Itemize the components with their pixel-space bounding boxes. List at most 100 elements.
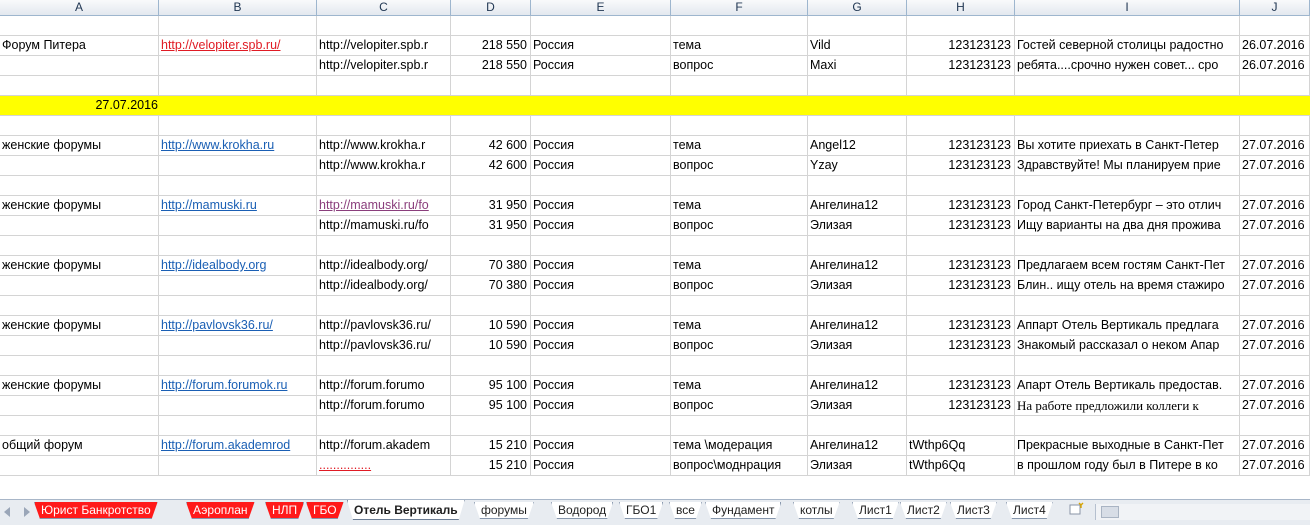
cell-a-2[interactable]: Форум Питера <box>0 36 159 55</box>
cell-h-3[interactable]: 123123123 <box>907 56 1015 75</box>
cell-b-6[interactable] <box>159 116 317 135</box>
cell-j-5[interactable] <box>1240 96 1310 115</box>
cell-b-23[interactable] <box>159 456 317 475</box>
cell-e-19[interactable]: Россия <box>531 376 671 395</box>
cell-c-8[interactable]: http://www.krokha.r <box>317 156 451 175</box>
column-header-h[interactable]: H <box>907 0 1015 16</box>
cell-f-7[interactable]: тема <box>671 136 808 155</box>
cell-e-14[interactable]: Россия <box>531 276 671 295</box>
cell-b-15[interactable] <box>159 296 317 315</box>
cell-d-4[interactable] <box>451 76 531 95</box>
cell[interactable] <box>531 16 671 35</box>
cell-d-21[interactable] <box>451 416 531 435</box>
cell-f-22[interactable]: тема \модерация <box>671 436 808 455</box>
sheet-tab[interactable]: Юрист Банкротство <box>34 502 158 519</box>
cell-d-10[interactable]: 31 950 <box>451 196 531 215</box>
cell-a-19[interactable]: женские форумы <box>0 376 159 395</box>
cell-i-2[interactable]: Гостей северной столицы радостно <box>1015 36 1240 55</box>
cell-f-6[interactable] <box>671 116 808 135</box>
cell-h-4[interactable] <box>907 76 1015 95</box>
cell-f-19[interactable]: тема <box>671 376 808 395</box>
cell-g-13[interactable]: Ангелина12 <box>808 256 907 275</box>
cell-b-20[interactable] <box>159 396 317 415</box>
cell-i-19[interactable]: Апарт Отель Вертикаль предостав. <box>1015 376 1240 395</box>
cell-j-9[interactable] <box>1240 176 1310 195</box>
cell-i-17[interactable]: Знакомый рассказал о неком Апар <box>1015 336 1240 355</box>
cell[interactable] <box>671 16 808 35</box>
column-header-j[interactable]: J <box>1240 0 1310 16</box>
cell-a-4[interactable] <box>0 76 159 95</box>
cell-a-20[interactable] <box>0 396 159 415</box>
cell-f-11[interactable]: вопрос <box>671 216 808 235</box>
cell-h-8[interactable]: 123123123 <box>907 156 1015 175</box>
cell-i-11[interactable]: Ищу варианты на два дня прожива <box>1015 216 1240 235</box>
cell-f-8[interactable]: вопрос <box>671 156 808 175</box>
cell-i-10[interactable]: Город Санкт-Петербург – это отлич <box>1015 196 1240 215</box>
cell-g-20[interactable]: Элизая <box>808 396 907 415</box>
horizontal-scrollbar[interactable] <box>1095 504 1310 520</box>
cell-d-11[interactable]: 31 950 <box>451 216 531 235</box>
cell-e-12[interactable] <box>531 236 671 255</box>
cell[interactable] <box>1015 16 1240 35</box>
sheet-tab[interactable]: Лист3 <box>950 502 997 519</box>
cell-a-6[interactable] <box>0 116 159 135</box>
cell-e-20[interactable]: Россия <box>531 396 671 415</box>
cell-j-10[interactable]: 27.07.2016 <box>1240 196 1310 215</box>
cell-b-22[interactable]: http://forum.akademrod <box>159 436 317 455</box>
cell-g-7[interactable]: Angel12 <box>808 136 907 155</box>
cell-e-11[interactable]: Россия <box>531 216 671 235</box>
cell-b-16[interactable]: http://pavlovsk36.ru/ <box>159 316 317 335</box>
scrollbar-thumb[interactable] <box>1101 506 1119 518</box>
cell-b-14[interactable] <box>159 276 317 295</box>
cell-i-23[interactable]: в прошлом году был в Питере в ко <box>1015 456 1240 475</box>
cell-g-18[interactable] <box>808 356 907 375</box>
cell-g-9[interactable] <box>808 176 907 195</box>
cell-g-23[interactable]: Элизая <box>808 456 907 475</box>
cell-b-7[interactable]: http://www.krokha.ru <box>159 136 317 155</box>
cell-d-18[interactable] <box>451 356 531 375</box>
cell-d-19[interactable]: 95 100 <box>451 376 531 395</box>
cell-h-10[interactable]: 123123123 <box>907 196 1015 215</box>
cell-g-22[interactable]: Ангелина12 <box>808 436 907 455</box>
cell-f-15[interactable] <box>671 296 808 315</box>
cell-h-22[interactable]: tWthp6Qq <box>907 436 1015 455</box>
column-header-g[interactable]: G <box>808 0 907 16</box>
cell-c-12[interactable] <box>317 236 451 255</box>
cell-i-14[interactable]: Блин.. ищу отель на время стажиро <box>1015 276 1240 295</box>
cell-a-16[interactable]: женские форумы <box>0 316 159 335</box>
cell-f-21[interactable] <box>671 416 808 435</box>
cell-h-14[interactable]: 123123123 <box>907 276 1015 295</box>
cell-i-13[interactable]: Предлагаем всем гостям Санкт-Пет <box>1015 256 1240 275</box>
cell-c-10[interactable]: http://mamuski.ru/fo <box>317 196 451 215</box>
cell-d-6[interactable] <box>451 116 531 135</box>
cell-b-17[interactable] <box>159 336 317 355</box>
cell-d-9[interactable] <box>451 176 531 195</box>
cell-g-5[interactable] <box>808 96 907 115</box>
cell-c-16[interactable]: http://pavlovsk36.ru/ <box>317 316 451 335</box>
cell-h-13[interactable]: 123123123 <box>907 256 1015 275</box>
cell-g-4[interactable] <box>808 76 907 95</box>
cell-g-2[interactable]: Vild <box>808 36 907 55</box>
column-header-e[interactable]: E <box>531 0 671 16</box>
cell-h-5[interactable] <box>907 96 1015 115</box>
cell-f-4[interactable] <box>671 76 808 95</box>
cell-h-12[interactable] <box>907 236 1015 255</box>
cell-d-20[interactable]: 95 100 <box>451 396 531 415</box>
cell-e-18[interactable] <box>531 356 671 375</box>
cell-c-18[interactable] <box>317 356 451 375</box>
cell-b-5[interactable] <box>159 96 317 115</box>
cell-j-21[interactable] <box>1240 416 1310 435</box>
sheet-tab[interactable]: Лист1 <box>852 502 899 519</box>
cell-a-3[interactable] <box>0 56 159 75</box>
cell-j-7[interactable]: 27.07.2016 <box>1240 136 1310 155</box>
cell-f-13[interactable]: тема <box>671 256 808 275</box>
cell[interactable] <box>907 16 1015 35</box>
sheet-nav-arrows-icon[interactable] <box>0 503 34 521</box>
cell-e-4[interactable] <box>531 76 671 95</box>
cell-h-17[interactable]: 123123123 <box>907 336 1015 355</box>
cell-i-22[interactable]: Прекрасные выходные в Санкт-Пет <box>1015 436 1240 455</box>
cell-j-14[interactable]: 27.07.2016 <box>1240 276 1310 295</box>
cell-a-18[interactable] <box>0 356 159 375</box>
cell-b-19[interactable]: http://forum.forumok.ru <box>159 376 317 395</box>
cell-i-21[interactable] <box>1015 416 1240 435</box>
